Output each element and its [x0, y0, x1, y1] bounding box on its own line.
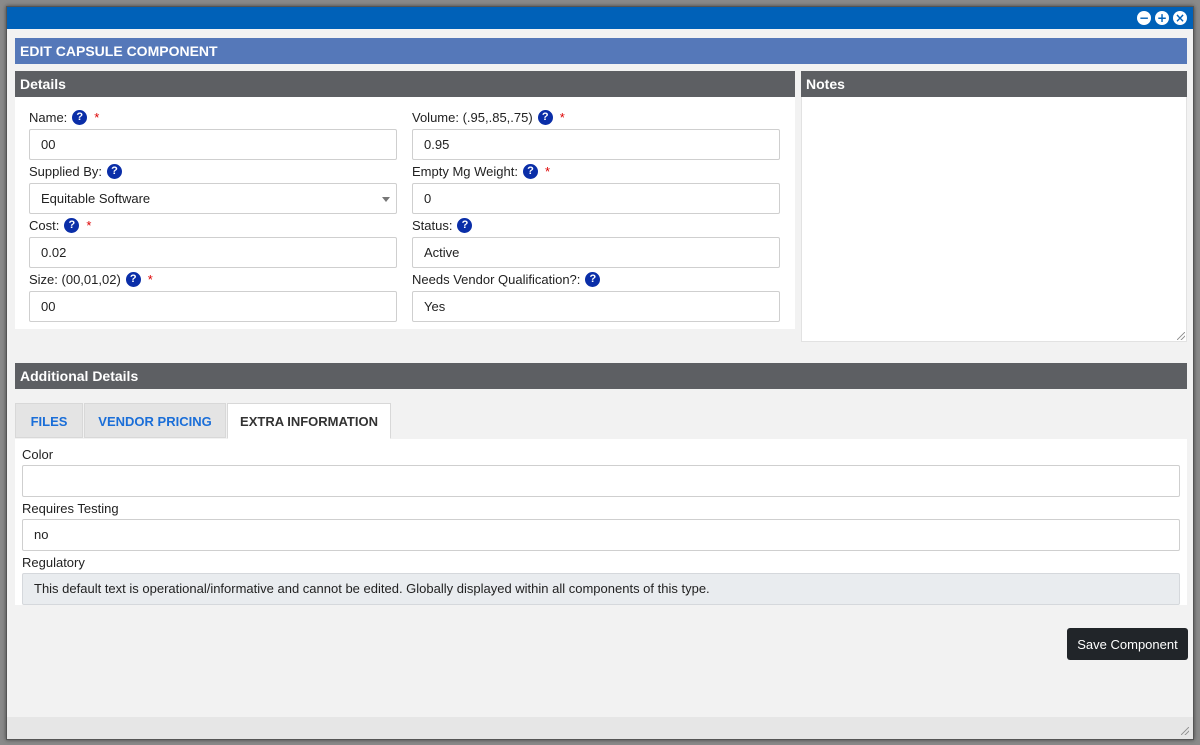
regulatory-label: Regulatory — [22, 555, 85, 570]
additional-details-heading: Additional Details — [15, 363, 1187, 389]
notes-heading: Notes — [801, 71, 1187, 97]
volume-input[interactable]: 0.95 — [412, 129, 780, 160]
size-label: Size: (00,01,02) — [29, 271, 121, 287]
vendor-qualification-input[interactable]: Yes — [412, 291, 780, 322]
help-icon[interactable]: ? — [537, 109, 553, 125]
supplied-by-field-group: Supplied By:? Equitable Software — [29, 163, 397, 214]
help-icon[interactable]: ? — [107, 163, 122, 179]
cost-field-group: Cost:? * 0.02 — [29, 217, 397, 268]
maximize-icon[interactable]: + — [1155, 11, 1169, 25]
required-marker: * — [559, 109, 565, 125]
vendor-qualification-label: Needs Vendor Qualification?: — [412, 271, 581, 287]
status-input[interactable]: Active — [412, 237, 780, 268]
window-titlebar[interactable]: − + × — [7, 7, 1193, 29]
status-label: Status: — [412, 217, 453, 233]
name-input[interactable]: 00 — [29, 129, 397, 160]
notes-textarea[interactable] — [801, 97, 1187, 342]
help-icon[interactable]: ? — [125, 271, 141, 287]
supplied-by-select[interactable]: Equitable Software — [29, 183, 397, 214]
minimize-icon[interactable]: − — [1137, 11, 1151, 25]
window-statusbar — [7, 717, 1193, 739]
help-icon[interactable]: ? — [64, 217, 80, 233]
volume-label: Volume: (.95,.85,.75) — [412, 109, 533, 125]
extra-information-content: Color Requires Testing no Regulatory Thi… — [15, 439, 1187, 605]
help-icon[interactable]: ? — [72, 109, 88, 125]
details-panel: Details Name:? * 00 Volume: (.95,.85,.75)… — [15, 71, 795, 329]
requires-testing-label: Requires Testing — [22, 501, 119, 516]
status-field-group: Status:? Active — [412, 217, 780, 268]
cost-input[interactable]: 0.02 — [29, 237, 397, 268]
regulatory-readonly-field: This default text is operational/informa… — [22, 573, 1180, 605]
supplied-by-label: Supplied By: — [29, 163, 102, 179]
additional-details-panel: Additional Details FILES VENDOR PRICING … — [15, 363, 1187, 605]
help-icon[interactable]: ? — [585, 271, 601, 287]
help-icon[interactable]: ? — [522, 163, 538, 179]
tab-files[interactable]: FILES — [15, 403, 83, 438]
chevron-down-icon — [382, 197, 390, 202]
cost-label: Cost: — [29, 217, 60, 233]
size-field-group: Size: (00,01,02)? * 00 — [29, 271, 397, 322]
notes-panel: Notes — [801, 71, 1187, 342]
color-label: Color — [22, 447, 54, 462]
color-input[interactable] — [22, 465, 1180, 497]
vendor-qualification-field-group: Needs Vendor Qualification?:? Yes — [412, 271, 780, 322]
close-icon[interactable]: × — [1173, 11, 1187, 25]
details-heading: Details — [15, 71, 795, 97]
help-icon[interactable]: ? — [457, 217, 473, 233]
required-marker: * — [94, 109, 100, 125]
volume-field-group: Volume: (.95,.85,.75)? * 0.95 — [412, 109, 780, 160]
dialog-title: EDIT CAPSULE COMPONENT — [15, 38, 1187, 64]
window-controls: − + × — [1137, 11, 1187, 25]
window-resize-icon[interactable] — [1181, 727, 1189, 735]
dialog-window: − + × EDIT CAPSULE COMPONENT Details Nam… — [6, 6, 1194, 740]
size-input[interactable]: 00 — [29, 291, 397, 322]
tab-vendor-pricing[interactable]: VENDOR PRICING — [84, 403, 226, 438]
supplied-by-value: Equitable Software — [41, 191, 151, 206]
name-label: Name: — [29, 109, 68, 125]
empty-mg-weight-label: Empty Mg Weight: — [412, 163, 518, 179]
tab-extra-information[interactable]: EXTRA INFORMATION — [227, 403, 391, 439]
required-marker: * — [544, 163, 551, 179]
tab-bar: FILES VENDOR PRICING EXTRA INFORMATION — [15, 389, 1187, 439]
empty-mg-weight-input[interactable]: 0 — [412, 183, 780, 214]
save-component-button[interactable]: Save Component — [1067, 628, 1188, 660]
required-marker: * — [147, 271, 153, 287]
required-marker: * — [86, 217, 92, 233]
requires-testing-input[interactable]: no — [22, 519, 1180, 551]
empty-mg-weight-field-group: Empty Mg Weight:? * 0 — [412, 163, 780, 214]
name-field-group: Name:? * 00 — [29, 109, 397, 160]
resize-handle-icon[interactable] — [1177, 332, 1185, 340]
